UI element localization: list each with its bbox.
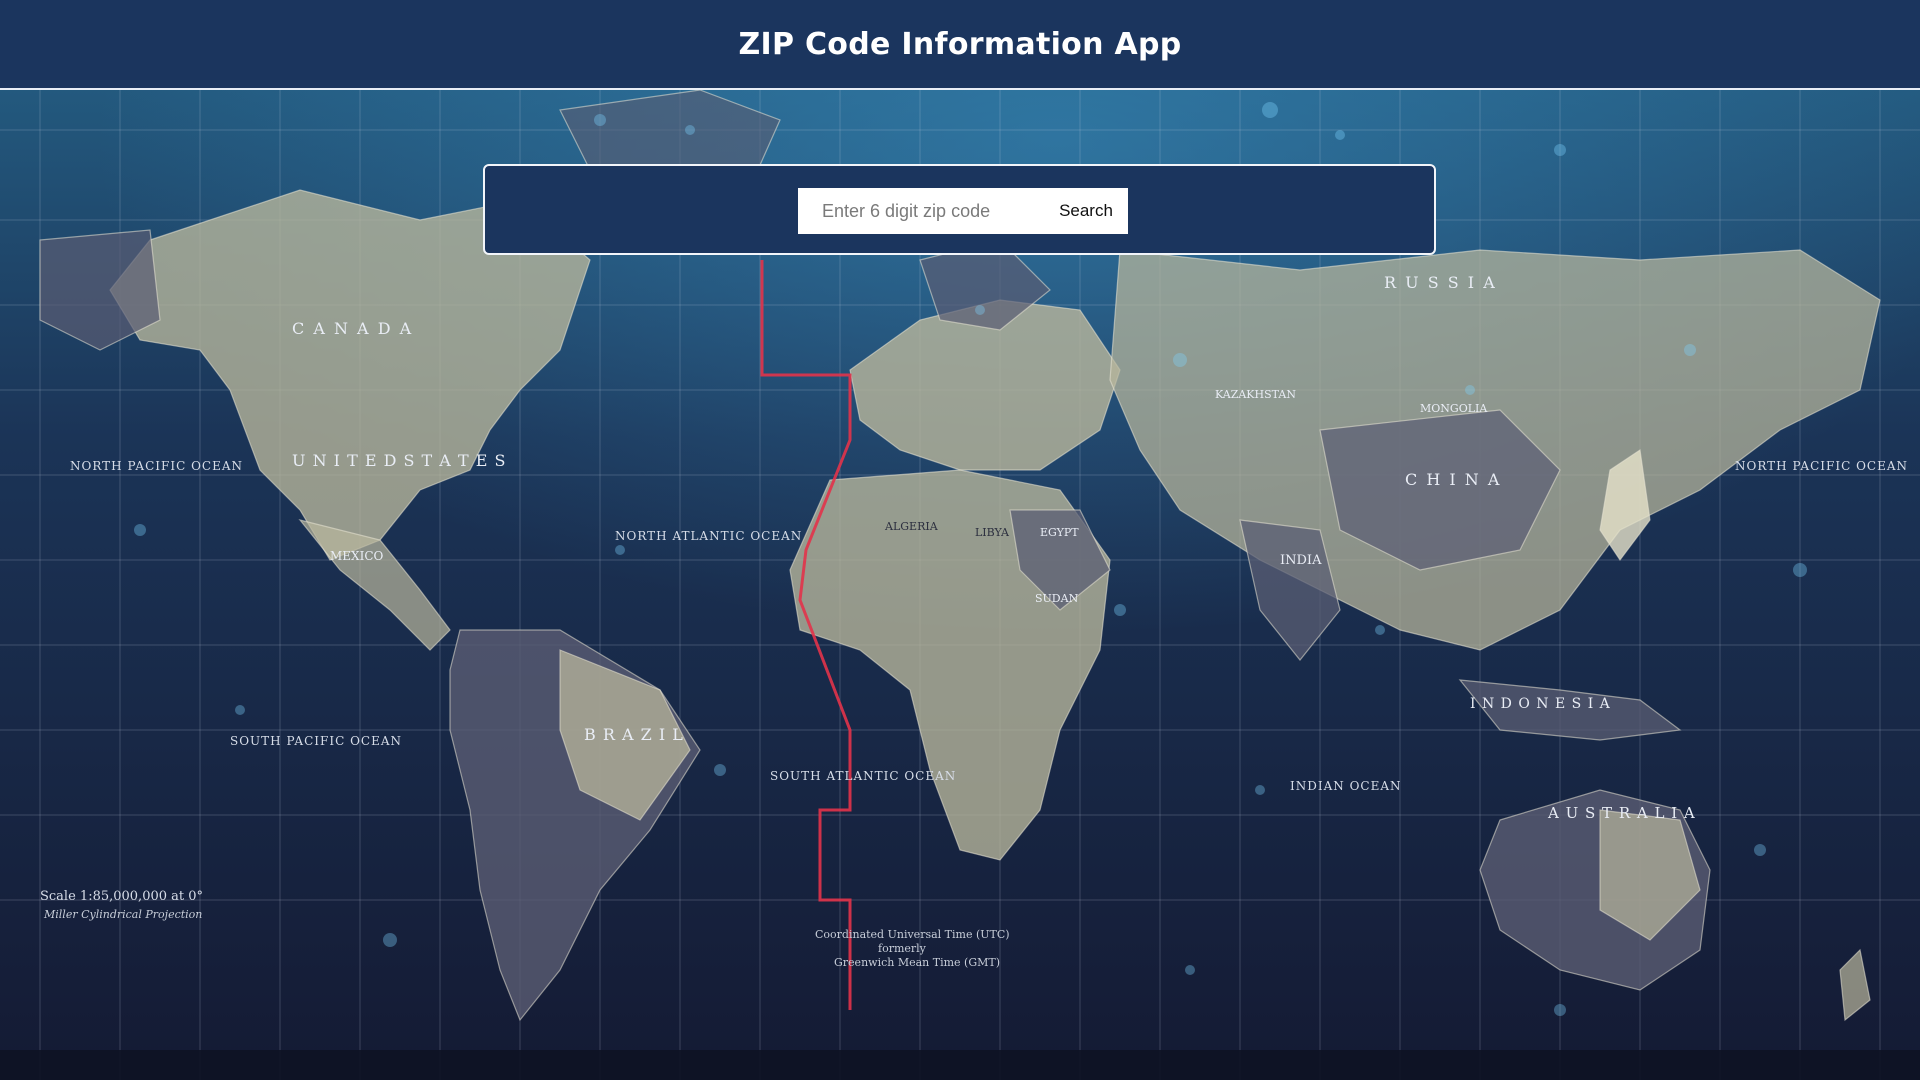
label-canada: C A N A D A [292, 319, 413, 338]
label-libya: LIBYA [975, 526, 1010, 539]
map-projection: Miller Cylindrical Projection [43, 908, 202, 921]
label-china: C H I N A [1405, 470, 1501, 489]
label-sudan: SUDAN [1035, 592, 1079, 605]
label-north-pacific-east: NORTH PACIFIC OCEAN [1735, 459, 1908, 473]
label-south-atlantic: SOUTH ATLANTIC OCEAN [770, 769, 956, 783]
label-mongolia: MONGOLIA [1420, 402, 1488, 415]
label-north-atlantic: NORTH ATLANTIC OCEAN [615, 529, 802, 543]
zip-code-input[interactable] [798, 188, 1044, 234]
label-india: INDIA [1280, 553, 1322, 568]
app-header: ZIP Code Information App [0, 0, 1920, 90]
label-kazakhstan: KAZAKHSTAN [1215, 388, 1296, 401]
label-australia: A U S T R A L I A [1547, 804, 1696, 822]
label-algeria: ALGERIA [884, 520, 939, 533]
label-north-pacific-west: NORTH PACIFIC OCEAN [70, 459, 243, 473]
map-scale: Scale 1:85,000,000 at 0° [40, 889, 203, 904]
label-russia: R U S S I A [1384, 273, 1497, 292]
search-button[interactable]: Search [1044, 188, 1128, 234]
label-egypt: EGYPT [1040, 526, 1079, 539]
label-indian-ocean: INDIAN OCEAN [1290, 779, 1402, 793]
search-bar: Search [798, 188, 1128, 234]
label-mexico: MEXICO [330, 549, 384, 563]
label-united-states: U N I T E D S T A T E S [292, 451, 506, 470]
app-title: ZIP Code Information App [738, 26, 1182, 62]
label-brazil: B R A Z I L [584, 725, 684, 744]
map-utc-formerly: formerly [878, 942, 927, 955]
label-indonesia: I N D O N E S I A [1470, 696, 1611, 712]
map-utc-gmt: Greenwich Mean Time (GMT) [834, 956, 1000, 969]
map-utc: Coordinated Universal Time (UTC) [815, 928, 1010, 941]
label-south-pacific: SOUTH PACIFIC OCEAN [230, 734, 402, 748]
search-panel: Search [483, 164, 1436, 255]
